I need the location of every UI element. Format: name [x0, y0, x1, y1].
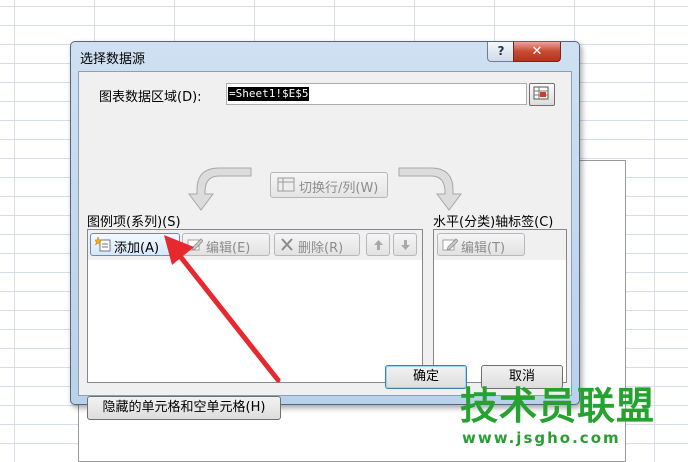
add-icon	[95, 237, 111, 252]
watermark: 技术员联盟 www.jsgho.com	[460, 385, 680, 449]
axis-section-label: 水平(分类)轴标签(C)	[433, 215, 554, 230]
help-icon: ?	[497, 44, 505, 58]
switch-row-column-button[interactable]: 切换行/列(W)	[270, 172, 388, 198]
switch-left-arrow-icon	[188, 167, 252, 211]
range-picker-icon	[533, 86, 549, 100]
switch-row-column-label: 切换行/列(W)	[299, 181, 379, 196]
switch-right-arrow-icon	[398, 167, 462, 211]
close-button[interactable]: ✕	[513, 42, 561, 62]
hidden-empty-cells-label: 隐藏的单元格和空单元格(H)	[102, 400, 266, 415]
watermark-title: 技术员联盟	[460, 384, 656, 428]
range-picker-button[interactable]	[529, 83, 555, 106]
edit-axis-labels-label: 编辑(T)	[461, 241, 506, 256]
cancel-label: 取消	[508, 369, 535, 384]
close-icon: ✕	[531, 44, 543, 59]
axis-labels-panel: 编辑(T)	[433, 229, 567, 383]
arrow-down-icon	[401, 240, 410, 250]
delete-series-label: 删除(R)	[298, 241, 344, 256]
switch-row-column-icon	[277, 177, 295, 192]
help-button[interactable]: ?	[487, 42, 515, 62]
axis-toolbar: 编辑(T)	[434, 230, 566, 260]
data-range-label: 图表数据区域(D):	[99, 90, 202, 105]
select-data-source-dialog: 选择数据源 ? ✕ 图表数据区域(D): =Sheet1!$E$5 切换行/列(…	[70, 41, 580, 420]
ok-label: 确定	[412, 369, 439, 384]
edit-icon	[442, 238, 458, 251]
axis-labels-list[interactable]	[434, 260, 566, 382]
edit-axis-labels-button[interactable]: 编辑(T)	[437, 233, 525, 256]
move-up-button[interactable]	[366, 233, 390, 256]
ok-button[interactable]: 确定	[385, 365, 467, 389]
hidden-empty-cells-button[interactable]: 隐藏的单元格和空单元格(H)	[87, 396, 281, 420]
watermark-url: www.jsgho.com	[462, 429, 621, 447]
arrow-up-icon	[374, 240, 383, 250]
dialog-titlebar[interactable]: 选择数据源 ? ✕	[71, 42, 579, 70]
data-range-input[interactable]: =Sheet1!$E$5	[226, 83, 527, 105]
annotation-arrow-icon	[164, 235, 281, 383]
dialog-title: 选择数据源	[80, 52, 146, 67]
move-down-button[interactable]	[393, 233, 417, 256]
data-range-value: =Sheet1!$E$5	[228, 87, 310, 101]
